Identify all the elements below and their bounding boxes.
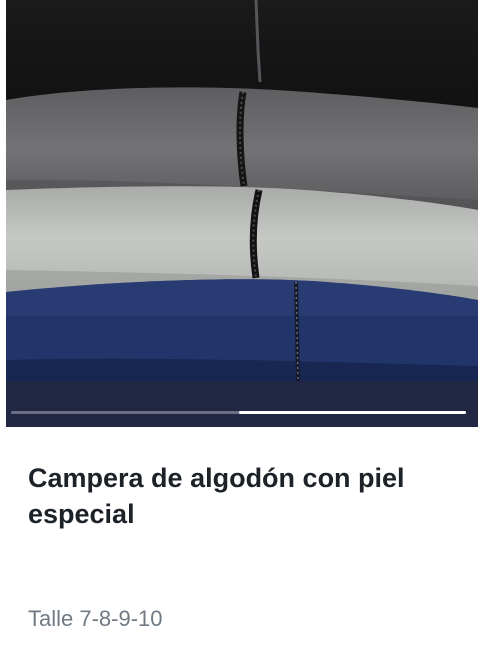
product-title: Campera de algodón con piel especial [28, 463, 405, 529]
progress-indicator [238, 411, 466, 414]
progress-track [11, 411, 466, 414]
product-card[interactable]: Campera de algodón con piel especial Tal… [0, 0, 478, 654]
product-sizes: Talle 7-8-9-10 [28, 606, 163, 631]
stacked-jackets-image [6, 0, 478, 381]
product-photo[interactable] [6, 0, 478, 381]
image-gallery[interactable] [0, 0, 478, 427]
gallery-progress-bar [6, 381, 478, 427]
